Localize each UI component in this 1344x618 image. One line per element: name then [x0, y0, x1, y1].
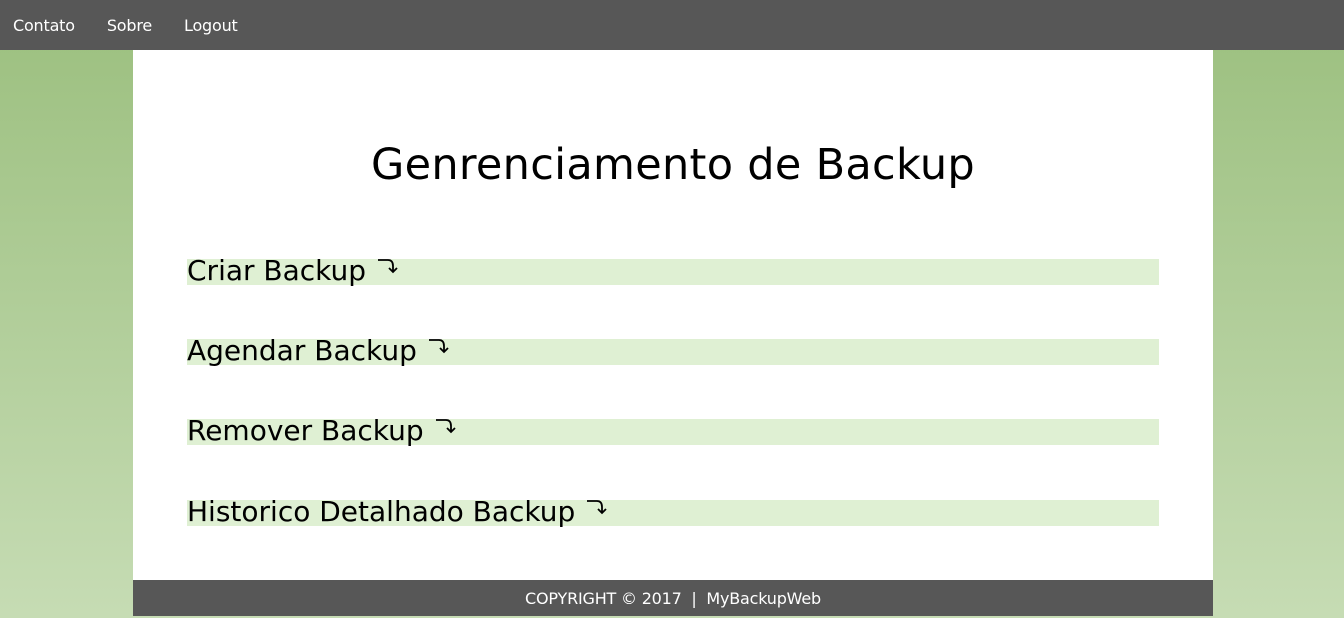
schedule-backup-label: Agendar Backup: [187, 334, 417, 367]
remove-backup-link[interactable]: Remover Backup: [187, 414, 1159, 447]
nav-link-sobre[interactable]: Sobre: [107, 16, 152, 35]
page-title: Genrenciamento de Backup: [370, 140, 976, 190]
schedule-backup-link[interactable]: Agendar Backup: [187, 334, 1159, 367]
create-backup-link[interactable]: Criar Backup: [187, 254, 1159, 287]
main-panel: Genrenciamento de Backup Criar Backup Ag…: [133, 50, 1213, 580]
nav-link-contato[interactable]: Contato: [13, 16, 75, 35]
create-backup-label: Criar Backup: [187, 254, 367, 287]
remove-backup-label: Remover Backup: [187, 414, 424, 447]
backup-history-label: Historico Detalhado Backup: [187, 495, 576, 528]
copyright-text: COPYRIGHT © 2017 | MyBackupWeb: [525, 588, 821, 608]
footer: COPYRIGHT © 2017 | MyBackupWeb: [133, 580, 1213, 616]
nav-link-logout[interactable]: Logout: [184, 16, 238, 35]
curved-arrow-icon: [427, 336, 451, 356]
top-navbar: Contato Sobre Logout: [0, 0, 1344, 50]
curved-arrow-icon: [376, 256, 400, 276]
backup-history-link[interactable]: Historico Detalhado Backup: [187, 495, 1159, 528]
curved-arrow-icon: [585, 497, 609, 517]
curved-arrow-icon: [434, 416, 458, 436]
